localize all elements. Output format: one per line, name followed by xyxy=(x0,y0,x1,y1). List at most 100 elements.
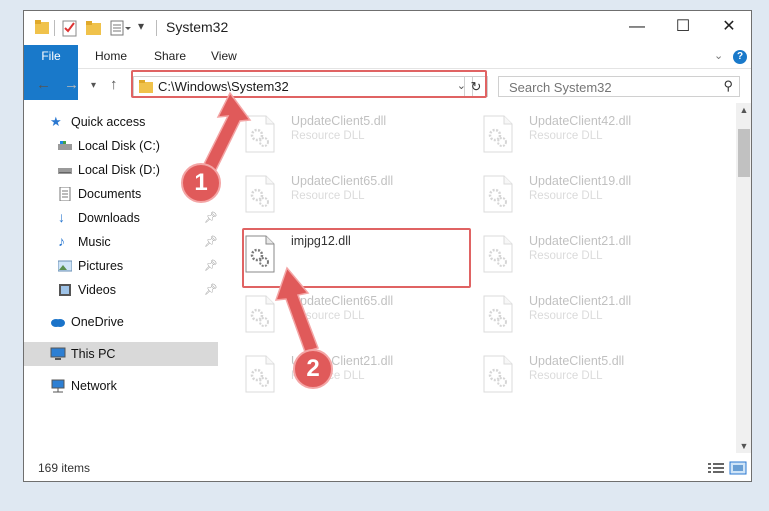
refresh-button[interactable]: ↻ xyxy=(464,76,488,97)
title-bar: ▾ System32 — ☐ ✕ xyxy=(24,11,751,45)
file-name: imjpg12.dll xyxy=(291,234,351,248)
separator xyxy=(54,20,55,36)
music-icon: ♪ xyxy=(58,233,65,249)
file-type: Resource DLL xyxy=(291,130,365,142)
file-item[interactable]: UpdateClient19.dll Resource DLL xyxy=(477,172,692,227)
explorer-window: ▾ System32 — ☐ ✕ File Home Share View ⌄ … xyxy=(23,10,752,482)
computer-icon xyxy=(50,347,66,360)
file-name: UpdateClient21.dll xyxy=(529,294,632,308)
network-icon xyxy=(51,379,65,393)
file-type: Resource DLL xyxy=(291,370,365,382)
nav-item-this-pc[interactable]: This PC xyxy=(24,342,218,366)
nav-item-downloads[interactable]: ↓ Downloads 📌︎ xyxy=(58,206,218,230)
ribbon-tabs: File Home Share View ⌄ ? xyxy=(24,45,751,100)
search-input[interactable] xyxy=(507,78,711,97)
details-view-icon[interactable] xyxy=(707,461,725,475)
nav-item-pictures[interactable]: Pictures 📌︎ xyxy=(58,254,218,278)
dll-file-icon xyxy=(245,115,275,153)
file-item[interactable]: imjpg12.dll xyxy=(239,232,454,287)
file-item[interactable]: UpdateClient65.dll Resource DLL xyxy=(239,172,454,227)
folder-icon xyxy=(139,80,153,93)
tab-view[interactable]: View xyxy=(211,45,237,68)
file-type: Resource DLL xyxy=(529,130,603,142)
tab-share[interactable]: Share xyxy=(154,45,186,68)
file-type: Resource DLL xyxy=(529,190,603,202)
address-bar-row: ← → ▾ ↑ C:\Windows\System32 ⌄ ↻ ⚲ xyxy=(24,69,751,103)
status-item-count: 169 items xyxy=(38,461,91,475)
file-item[interactable]: UpdateClient5.dll Resource DLL xyxy=(239,112,454,167)
nav-item-local-disk-c[interactable]: Local Disk (C:) xyxy=(58,134,218,158)
large-icons-view-icon[interactable] xyxy=(729,461,747,475)
downloads-icon: ↓ xyxy=(58,209,65,225)
scroll-up-arrow-icon[interactable]: ▲ xyxy=(736,103,751,117)
dll-file-icon xyxy=(245,295,275,333)
dll-file-icon xyxy=(245,355,275,393)
nav-item-documents[interactable]: Documents 📌︎ xyxy=(58,182,218,206)
tab-home[interactable]: Home xyxy=(95,45,127,68)
pin-icon[interactable]: 📌︎ xyxy=(204,278,218,302)
file-item[interactable]: UpdateClient5.dll Resource DLL xyxy=(477,352,692,407)
file-type: Resource DLL xyxy=(291,190,365,202)
address-field[interactable]: C:\Windows\System32 ⌄ xyxy=(133,76,473,97)
dll-file-icon xyxy=(483,175,513,213)
pictures-icon xyxy=(58,260,72,272)
nav-item-local-disk-d[interactable]: Local Disk (D:) xyxy=(58,158,218,182)
new-folder-icon[interactable] xyxy=(86,18,102,38)
drive-icon xyxy=(58,168,72,174)
expand-ribbon-icon[interactable]: ⌄ xyxy=(714,45,723,68)
close-button[interactable]: ✕ xyxy=(706,11,751,43)
pin-icon[interactable]: 📌︎ xyxy=(204,206,218,230)
search-box[interactable]: ⚲ xyxy=(498,76,740,97)
file-type: Resource DLL xyxy=(529,370,603,382)
dll-file-icon xyxy=(483,355,513,393)
file-name: UpdateClient19.dll xyxy=(529,174,632,188)
recent-locations-icon[interactable]: ▾ xyxy=(91,80,96,91)
dll-file-icon xyxy=(245,235,275,273)
search-icon: ⚲ xyxy=(723,78,733,93)
forward-button[interactable]: → xyxy=(64,76,79,93)
drive-icon xyxy=(58,141,72,150)
file-type: Resource DLL xyxy=(529,250,603,262)
scrollbar-thumb[interactable] xyxy=(738,129,750,177)
pin-icon[interactable]: 📌︎ xyxy=(204,254,218,278)
dll-file-icon xyxy=(483,235,513,273)
separator xyxy=(156,20,157,36)
file-name: UpdateClient42.dll xyxy=(529,114,632,128)
documents-icon xyxy=(59,187,71,201)
pin-icon[interactable]: 📌︎ xyxy=(204,230,218,254)
minimize-button[interactable]: — xyxy=(614,11,660,43)
file-item[interactable]: UpdateClient21.dll Resource DLL xyxy=(239,352,454,407)
nav-item-videos[interactable]: Videos 📌︎ xyxy=(58,278,218,302)
navigation-pane: ★ Quick access Local Disk (C:) Local Dis… xyxy=(24,107,220,452)
file-item[interactable]: UpdateClient21.dll Resource DLL xyxy=(477,292,692,347)
cloud-icon xyxy=(51,319,65,327)
nav-item-music[interactable]: ♪ Music 📌︎ xyxy=(58,230,218,254)
pin-icon[interactable]: 📌︎ xyxy=(204,182,218,206)
file-item[interactable]: UpdateClient42.dll Resource DLL xyxy=(477,112,692,167)
file-name: UpdateClient65.dll xyxy=(291,174,394,188)
file-type: Resource DLL xyxy=(529,310,603,322)
properties-icon[interactable] xyxy=(62,18,78,38)
customize-toolbar-icon[interactable] xyxy=(110,18,132,38)
dropdown-arrow-icon[interactable]: ▾ xyxy=(138,19,144,39)
back-button[interactable]: ← xyxy=(36,76,51,93)
dll-file-icon xyxy=(483,295,513,333)
file-list: UpdateClient5.dll Resource DLL UpdateClien… xyxy=(239,107,734,452)
help-icon[interactable]: ? xyxy=(733,50,747,64)
videos-icon xyxy=(59,284,71,296)
nav-item-onedrive[interactable]: OneDrive xyxy=(50,310,220,334)
file-item[interactable]: UpdateClient21.dll Resource DLL xyxy=(477,232,692,287)
dll-file-icon xyxy=(483,115,513,153)
nav-item-quick-access[interactable]: ★ Quick access xyxy=(50,110,220,134)
file-name: UpdateClient21.dll xyxy=(291,354,394,368)
up-button[interactable]: ↑ xyxy=(110,76,118,93)
star-icon: ★ xyxy=(50,114,62,129)
maximize-button[interactable]: ☐ xyxy=(660,11,706,43)
file-name: UpdateClient21.dll xyxy=(529,234,632,248)
scroll-down-arrow-icon[interactable]: ▼ xyxy=(736,439,751,453)
file-type: Resource DLL xyxy=(291,310,365,322)
file-item[interactable]: UpdateClient65.dll Resource DLL xyxy=(239,292,454,347)
vertical-scrollbar[interactable]: ▲ ▼ xyxy=(736,103,751,453)
nav-item-network[interactable]: Network xyxy=(50,374,220,398)
address-path: C:\Windows\System32 xyxy=(158,79,289,94)
